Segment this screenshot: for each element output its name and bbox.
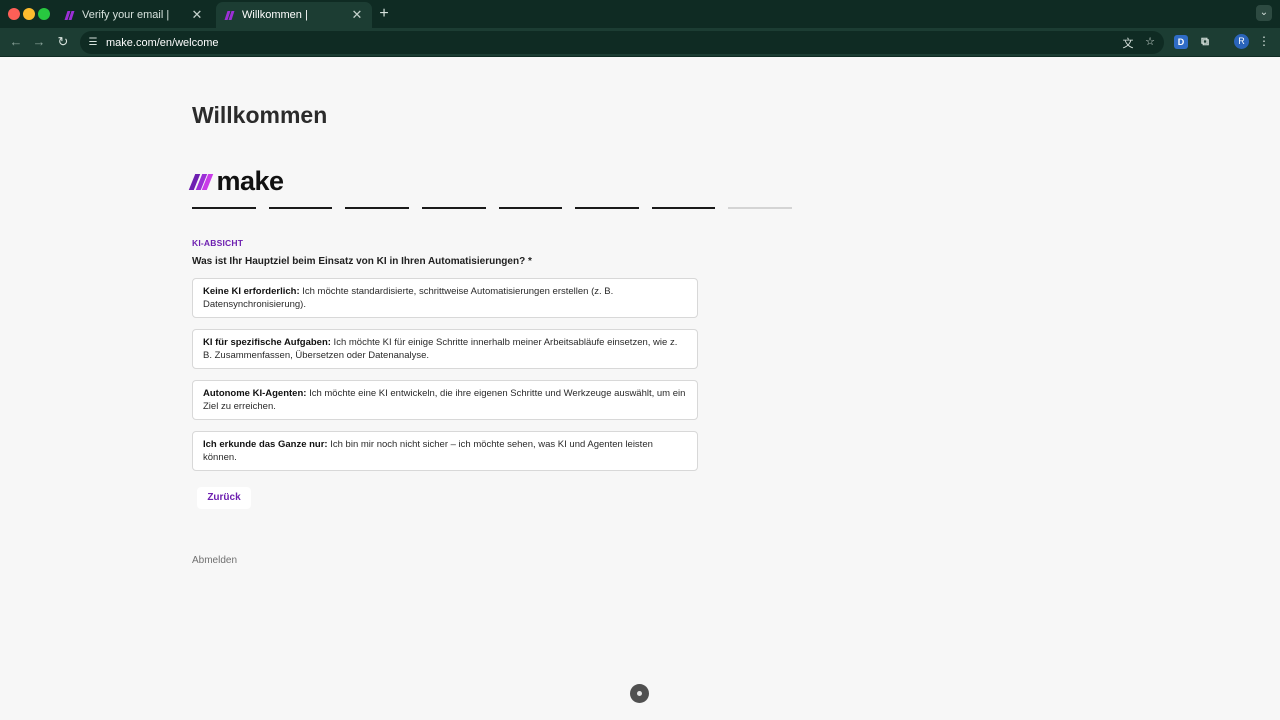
- progress-step: [268, 207, 333, 209]
- logout-link[interactable]: Abmelden: [192, 555, 237, 566]
- close-window-button[interactable]: [8, 8, 20, 20]
- new-tab-icon[interactable]: +: [376, 5, 392, 23]
- option-autonomous-agents[interactable]: Autonome KI-Agenten: Ich möchte eine KI …: [192, 380, 698, 420]
- make-logo: make: [188, 165, 285, 196]
- tab-search-chevron-icon[interactable]: ⌄: [1256, 5, 1272, 21]
- reload-icon[interactable]: ↻: [55, 34, 71, 50]
- floating-assistant-button[interactable]: [630, 684, 649, 703]
- maximize-window-button[interactable]: [38, 8, 50, 20]
- onboarding-progress: [192, 207, 792, 209]
- option-title: Ich erkunde das Ganze nur:: [203, 439, 328, 450]
- close-tab-icon[interactable]: ✕: [350, 7, 364, 23]
- page-title: Willkommen: [192, 102, 328, 128]
- option-title: Keine KI erforderlich:: [203, 286, 300, 297]
- extension-d-icon[interactable]: D: [1174, 35, 1188, 49]
- tab-title: Verify your email |: [82, 9, 170, 21]
- option-title: KI für spezifische Aufgaben:: [203, 337, 331, 348]
- tab-willkommen[interactable]: Willkommen | ✕: [216, 2, 372, 28]
- make-favicon-icon: [64, 9, 76, 21]
- back-button[interactable]: Zurück: [197, 487, 251, 509]
- option-title: Autonome KI-Agenten:: [203, 388, 307, 399]
- option-just-exploring[interactable]: Ich erkunde das Ganze nur: Ich bin mir n…: [192, 431, 698, 471]
- section-label: KI-ABSICHT: [192, 238, 244, 248]
- back-arrow-icon[interactable]: ←: [8, 34, 24, 49]
- progress-step: [651, 207, 716, 209]
- profile-avatar[interactable]: R: [1234, 34, 1249, 49]
- make-logo-mark-icon: [188, 172, 214, 190]
- browser-menu-icon[interactable]: ⋮: [1258, 34, 1270, 48]
- progress-step: [192, 207, 256, 209]
- browser-toolbar: ← → ↻ ☰ make.com/en/welcome 文 ☆ D ⧉ R ⋮: [0, 28, 1280, 57]
- progress-step: [498, 207, 563, 209]
- progress-step-pending: [728, 207, 792, 209]
- dot-icon: [637, 691, 642, 696]
- address-bar[interactable]: ☰ make.com/en/welcome 文 ☆: [80, 31, 1164, 54]
- extensions-puzzle-icon[interactable]: ⧉: [1198, 35, 1212, 49]
- progress-step: [345, 207, 409, 209]
- forward-arrow-icon[interactable]: →: [31, 34, 47, 49]
- progress-step: [421, 207, 486, 209]
- answer-options: Keine KI erforderlich: Ich möchte standa…: [192, 278, 698, 482]
- browser-tab-bar: Verify your email | ✕ Willkommen | ✕ + ⌄: [0, 0, 1280, 28]
- close-tab-icon[interactable]: ✕: [190, 7, 204, 23]
- url-text[interactable]: make.com/en/welcome: [106, 37, 219, 49]
- translate-icon[interactable]: 文: [1120, 35, 1136, 51]
- minimize-window-button[interactable]: [23, 8, 35, 20]
- make-logo-text: make: [216, 165, 285, 196]
- make-favicon-icon: [224, 9, 236, 21]
- question-text: Was ist Ihr Hauptziel beim Einsatz von K…: [192, 256, 532, 267]
- option-ai-specific-tasks[interactable]: KI für spezifische Aufgaben: Ich möchte …: [192, 329, 698, 369]
- site-info-icon[interactable]: ☰: [86, 37, 100, 48]
- bookmark-star-icon[interactable]: ☆: [1142, 35, 1158, 48]
- option-no-ai[interactable]: Keine KI erforderlich: Ich möchte standa…: [192, 278, 698, 318]
- tab-title: Willkommen |: [242, 9, 308, 21]
- tab-verify-email[interactable]: Verify your email | ✕: [56, 2, 212, 28]
- progress-step: [575, 207, 639, 209]
